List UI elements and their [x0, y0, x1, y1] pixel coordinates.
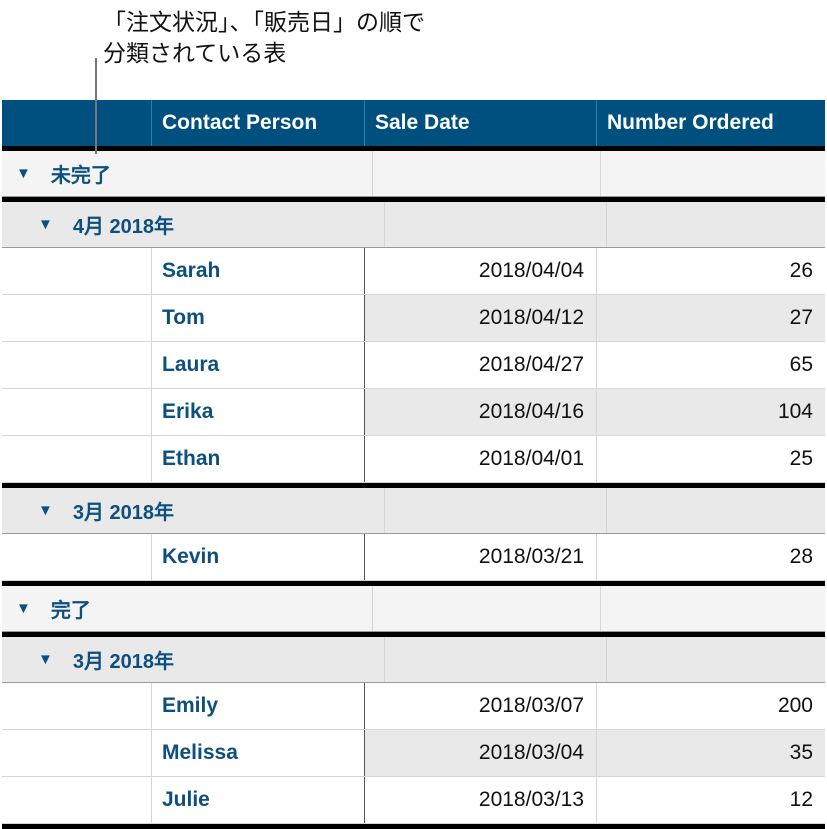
group-label[interactable]: ▼ 未完了 — [2, 151, 372, 196]
group-cell-empty[interactable] — [384, 202, 606, 247]
group-row-month[interactable]: ▼ 3月 2018年 — [2, 637, 825, 683]
table-row: Sarah 2018/04/04 26 — [2, 248, 825, 295]
sale-date-cell[interactable]: 2018/04/01 — [364, 436, 596, 482]
row-header-cell[interactable] — [2, 683, 151, 729]
header-sale-date[interactable]: Sale Date — [364, 100, 596, 146]
table-row: Melissa 2018/03/04 35 — [2, 730, 825, 777]
group-row-status[interactable]: ▼ 未完了 — [2, 151, 825, 197]
contact-person-cell[interactable]: Erika — [151, 389, 364, 435]
sale-date-cell[interactable]: 2018/03/13 — [364, 777, 596, 823]
number-ordered-cell[interactable]: 28 — [596, 534, 825, 580]
sale-date-cell[interactable]: 2018/04/12 — [364, 295, 596, 341]
table-row: Tom 2018/04/12 27 — [2, 295, 825, 342]
group-cell-empty[interactable] — [606, 488, 825, 533]
sale-date-cell[interactable]: 2018/04/16 — [364, 389, 596, 435]
group-label-text: 未完了 — [50, 165, 111, 187]
number-ordered-cell[interactable]: 35 — [596, 730, 825, 776]
sales-table: Contact Person Sale Date Number Ordered … — [2, 100, 825, 829]
contact-person-cell[interactable]: Laura — [151, 342, 364, 388]
contact-person-cell[interactable]: Melissa — [151, 730, 364, 776]
contact-person-cell[interactable]: Sarah — [151, 248, 364, 294]
contact-person-cell[interactable]: Tom — [151, 295, 364, 341]
disclosure-triangle-icon[interactable]: ▼ — [16, 165, 31, 182]
row-header-cell[interactable] — [2, 342, 151, 388]
group-cell-empty[interactable] — [606, 637, 825, 682]
group-label[interactable]: ▼ 完了 — [2, 586, 372, 631]
header-contact-person[interactable]: Contact Person — [151, 100, 364, 146]
number-ordered-cell[interactable]: 27 — [596, 295, 825, 341]
disclosure-triangle-icon[interactable]: ▼ — [38, 216, 53, 233]
row-header-cell[interactable] — [2, 295, 151, 341]
sale-date-cell[interactable]: 2018/03/21 — [364, 534, 596, 580]
disclosure-triangle-icon[interactable]: ▼ — [38, 651, 53, 668]
sale-date-cell[interactable]: 2018/04/04 — [364, 248, 596, 294]
header-cell-blank[interactable] — [2, 100, 151, 146]
number-ordered-cell[interactable]: 25 — [596, 436, 825, 482]
group-label[interactable]: ▼ 3月 2018年 — [2, 637, 384, 682]
caption-line-1: 「注文状況」、「販売日」の順で — [103, 10, 425, 36]
number-ordered-cell[interactable]: 65 — [596, 342, 825, 388]
group-row-month[interactable]: ▼ 3月 2018年 — [2, 488, 825, 534]
sale-date-cell[interactable]: 2018/03/07 — [364, 683, 596, 729]
table-row: Erika 2018/04/16 104 — [2, 389, 825, 436]
number-ordered-cell[interactable]: 12 — [596, 777, 825, 823]
row-header-cell[interactable] — [2, 730, 151, 776]
header-number-ordered[interactable]: Number Ordered — [596, 100, 825, 146]
disclosure-triangle-icon[interactable]: ▼ — [16, 600, 31, 617]
number-ordered-cell[interactable]: 104 — [596, 389, 825, 435]
contact-person-cell[interactable]: Emily — [151, 683, 364, 729]
group-cell-empty[interactable] — [371, 151, 600, 196]
table-row: Ethan 2018/04/01 25 — [2, 436, 825, 483]
sale-date-cell[interactable]: 2018/04/27 — [364, 342, 596, 388]
table-row: Kevin 2018/03/21 28 — [2, 534, 825, 581]
group-label-text: 3月 2018年 — [72, 651, 175, 673]
group-label[interactable]: ▼ 3月 2018年 — [2, 488, 384, 533]
group-label-text: 3月 2018年 — [72, 502, 175, 524]
group-row-month[interactable]: ▼ 4月 2018年 — [2, 202, 825, 248]
group-label-text: 4月 2018年 — [72, 216, 175, 238]
group-cell-empty[interactable] — [384, 637, 606, 682]
header-row: Contact Person Sale Date Number Ordered — [2, 100, 825, 146]
row-header-cell[interactable] — [2, 248, 151, 294]
group-cell-empty[interactable] — [599, 586, 825, 631]
group-label-text: 完了 — [50, 600, 91, 622]
table-row: Julie 2018/03/13 12 — [2, 777, 825, 824]
group-row-status[interactable]: ▼ 完了 — [2, 586, 825, 632]
disclosure-triangle-icon[interactable]: ▼ — [38, 502, 53, 519]
row-header-cell[interactable] — [2, 436, 151, 482]
row-header-cell[interactable] — [2, 534, 151, 580]
table-row: Emily 2018/03/07 200 — [2, 683, 825, 730]
group-cell-empty[interactable] — [384, 488, 606, 533]
contact-person-cell[interactable]: Kevin — [151, 534, 364, 580]
row-header-cell[interactable] — [2, 389, 151, 435]
callout-caption: 「注文状況」、「販売日」の順で 分類されている表 — [103, 8, 425, 70]
caption-line-2: 分類されている表 — [103, 41, 287, 67]
group-cell-empty[interactable] — [371, 586, 600, 631]
number-ordered-cell[interactable]: 200 — [596, 683, 825, 729]
contact-person-cell[interactable]: Julie — [151, 777, 364, 823]
number-ordered-cell[interactable]: 26 — [596, 248, 825, 294]
row-header-cell[interactable] — [2, 777, 151, 823]
group-cell-empty[interactable] — [599, 151, 825, 196]
sale-date-cell[interactable]: 2018/03/04 — [364, 730, 596, 776]
group-cell-empty[interactable] — [606, 202, 825, 247]
contact-person-cell[interactable]: Ethan — [151, 436, 364, 482]
group-label[interactable]: ▼ 4月 2018年 — [2, 202, 384, 247]
callout-line — [95, 58, 97, 154]
table-row: Laura 2018/04/27 65 — [2, 342, 825, 389]
